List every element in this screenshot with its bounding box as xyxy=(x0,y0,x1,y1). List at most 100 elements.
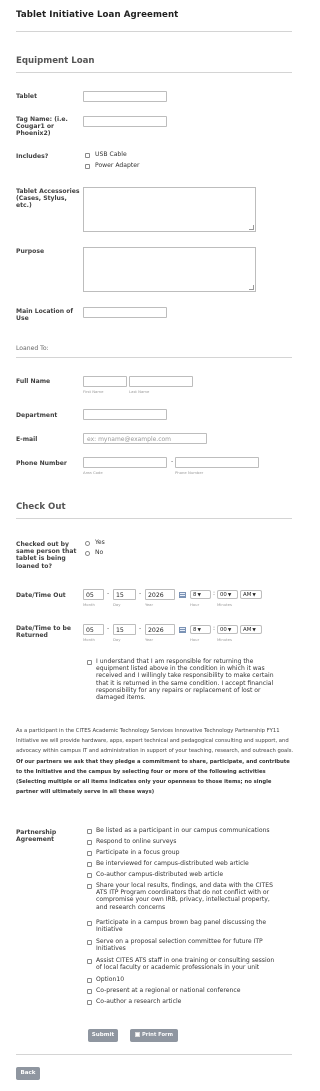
partnership-option: Co-author campus-distributed web article xyxy=(96,871,224,878)
partnership-checkbox[interactable] xyxy=(87,989,92,994)
department-input[interactable] xyxy=(83,409,167,420)
partnership-checkbox[interactable] xyxy=(87,959,92,964)
return-minutes-sublabel: Minutes xyxy=(217,637,232,642)
printer-icon xyxy=(135,1032,140,1037)
usb-cable-checkbox[interactable] xyxy=(85,153,90,158)
divider xyxy=(16,31,292,32)
date-dash: - xyxy=(139,625,142,632)
out-minutes-sublabel: Minutes xyxy=(217,602,232,607)
partnership-label: Partnership Agreement xyxy=(16,829,57,844)
no-label: No xyxy=(95,549,104,556)
purpose-textarea[interactable] xyxy=(83,247,256,292)
yes-radio[interactable] xyxy=(85,541,90,546)
partnership-checkbox[interactable] xyxy=(87,978,92,983)
partnership-option: Assist CITES ATS staff in one training o… xyxy=(96,957,275,972)
datetime-out-label: Date/Time Out xyxy=(16,592,66,599)
yes-label: Yes xyxy=(95,539,105,546)
return-day-input[interactable]: 15 xyxy=(113,624,136,635)
out-day-sublabel: Day xyxy=(113,602,121,607)
partnership-checkbox[interactable] xyxy=(87,940,92,945)
out-year-value: 2026 xyxy=(148,592,164,599)
partnership-option: Participate in a focus group xyxy=(96,849,180,856)
full-name-label: Full Name xyxy=(16,378,51,385)
last-name-sublabel: Last Name xyxy=(129,389,150,394)
partnership-option: Participate in a campus brown bag panel … xyxy=(96,919,267,934)
last-name-input[interactable] xyxy=(129,376,193,387)
time-colon: : xyxy=(213,590,216,597)
out-ampm-select[interactable]: AM▼ xyxy=(240,590,262,599)
calendar-icon[interactable] xyxy=(179,592,186,598)
out-month-input[interactable]: 05 xyxy=(83,589,104,600)
out-year-input[interactable]: 2026 xyxy=(145,589,175,600)
divider xyxy=(16,1054,292,1055)
back-button[interactable]: Back xyxy=(16,1067,40,1080)
partnership-checkbox[interactable] xyxy=(87,829,92,834)
accessories-textarea[interactable] xyxy=(83,187,256,232)
tablet-label: Tablet xyxy=(16,93,37,100)
out-year-sublabel: Year xyxy=(145,602,154,607)
return-year-value: 2026 xyxy=(148,627,164,634)
phone-dash: - xyxy=(171,458,174,465)
date-dash: - xyxy=(107,625,110,632)
partnership-checkbox[interactable] xyxy=(87,884,92,889)
page-title: Tablet Initiative Loan Agreement xyxy=(16,10,179,20)
main-location-input[interactable] xyxy=(83,307,167,318)
divider xyxy=(16,518,292,519)
partnership-checkbox[interactable] xyxy=(87,851,92,856)
partnership-option: Be listed as a participant in our campus… xyxy=(96,827,270,834)
date-dash: - xyxy=(139,590,142,597)
department-label: Department xyxy=(16,412,58,419)
return-month-input[interactable]: 05 xyxy=(83,624,104,635)
calendar-icon[interactable] xyxy=(179,627,186,633)
partnership-checkbox[interactable] xyxy=(87,873,92,878)
email-input[interactable]: ex: myname@example.com xyxy=(83,433,207,444)
partnership-checkbox[interactable] xyxy=(87,921,92,926)
partnership-option: Share your local results, findings, and … xyxy=(96,882,273,911)
phone-number-sublabel: Phone Number xyxy=(175,470,204,475)
intro-text: As a participant in the CITES Academic T… xyxy=(16,728,294,755)
divider xyxy=(16,357,292,358)
tablet-input[interactable] xyxy=(83,91,167,102)
return-hour-sublabel: Hour xyxy=(190,637,200,642)
return-minutes-select[interactable]: 00▼ xyxy=(217,625,238,634)
phone-number-input[interactable] xyxy=(175,457,259,468)
partnership-checkbox[interactable] xyxy=(87,840,92,845)
loaned-to-heading: Loaned To: xyxy=(16,345,49,352)
print-form-button[interactable]: Print Form xyxy=(130,1029,178,1042)
checked-out-same-label: Checked out by same person that tablet i… xyxy=(16,541,77,570)
out-minutes-select[interactable]: 00▼ xyxy=(217,590,238,599)
partnership-checkbox[interactable] xyxy=(87,1000,92,1005)
out-day-input[interactable]: 15 xyxy=(113,589,136,600)
first-name-input[interactable] xyxy=(83,376,127,387)
no-radio[interactable] xyxy=(85,551,90,556)
responsibility-checkbox[interactable] xyxy=(87,660,92,665)
return-month-sublabel: Month xyxy=(83,637,95,642)
tag-name-input[interactable] xyxy=(83,116,167,127)
partnership-option: Co-author a research article xyxy=(96,998,182,1005)
return-ampm-select[interactable]: AM▼ xyxy=(240,625,262,634)
return-hour-select[interactable]: 8▼ xyxy=(190,625,211,634)
section-title-equipment-loan: Equipment Loan xyxy=(16,56,95,66)
submit-button[interactable]: Submit xyxy=(88,1029,118,1042)
partnership-option: Respond to online surveys xyxy=(96,838,177,845)
return-year-input[interactable]: 2026 xyxy=(145,624,175,635)
out-month-value: 05 xyxy=(86,592,94,599)
usb-cable-label: USB Cable xyxy=(95,151,127,158)
phone-label: Phone Number xyxy=(16,460,67,467)
intro-bold-text: Of our partners we ask that they pledge … xyxy=(16,758,290,796)
out-hour-sublabel: Hour xyxy=(190,602,200,607)
area-code-input[interactable] xyxy=(83,457,167,468)
main-location-label: Main Location of Use xyxy=(16,308,74,323)
print-form-label: Print Form xyxy=(142,1032,173,1038)
divider xyxy=(16,72,292,73)
out-hour-select[interactable]: 8▼ xyxy=(190,590,211,599)
partnership-option: Be interviewed for campus-distributed we… xyxy=(96,860,249,867)
area-code-sublabel: Area Code xyxy=(83,470,103,475)
partnership-checkbox[interactable] xyxy=(87,862,92,867)
email-label: E-mail xyxy=(16,436,38,443)
responsibility-text: I understand that I am responsible for r… xyxy=(96,658,274,702)
intro-paragraph: As a participant in the CITES Academic T… xyxy=(16,726,294,797)
return-day-sublabel: Day xyxy=(113,637,121,642)
out-month-sublabel: Month xyxy=(83,602,95,607)
power-adapter-checkbox[interactable] xyxy=(85,164,90,169)
